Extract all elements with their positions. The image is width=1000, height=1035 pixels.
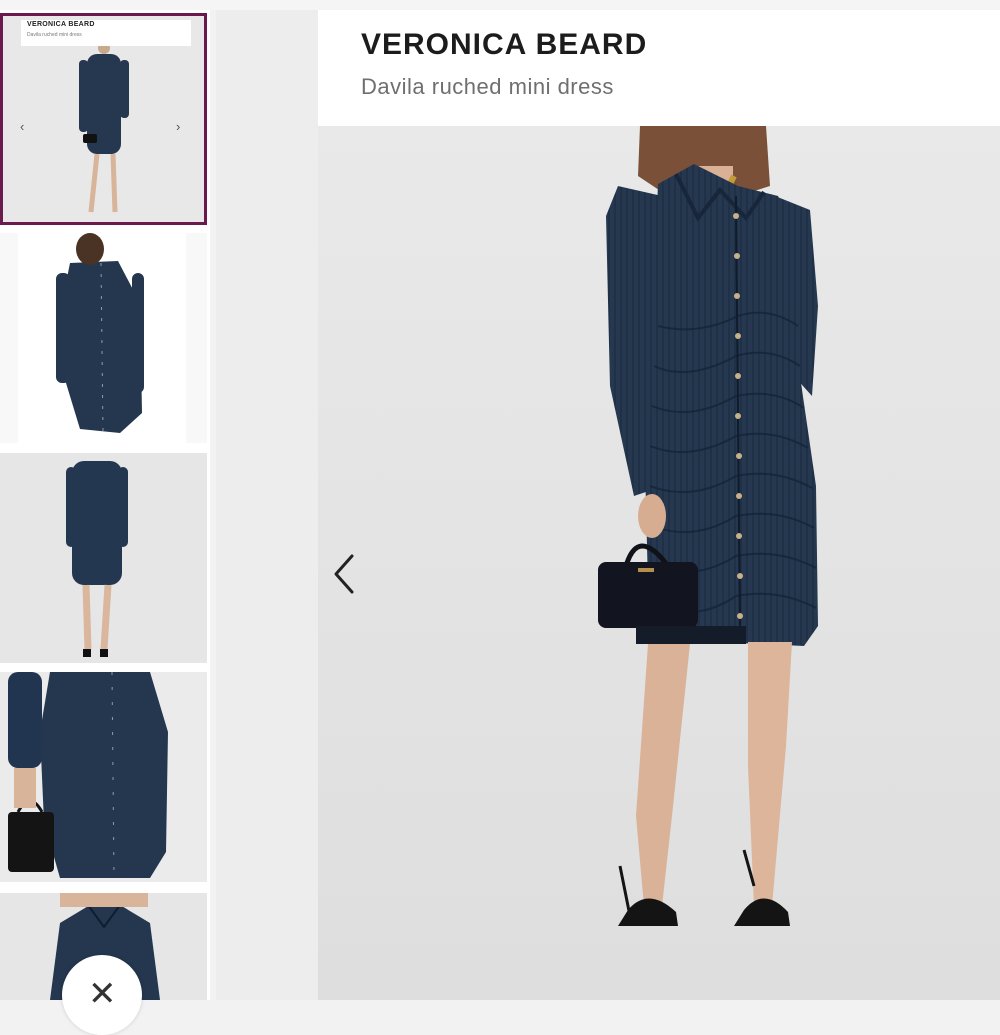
product-name: Davila ruched mini dress (361, 74, 614, 99)
chevron-left-icon[interactable]: ‹ (20, 119, 24, 134)
chevron-right-icon[interactable]: › (176, 119, 180, 134)
close-button[interactable]: ✕ (62, 955, 142, 1035)
main-product-image (318, 126, 1000, 1000)
thumbnail-strip: VERONICA BEARD Davila ruched mini dress … (0, 10, 210, 1000)
thumbnail-4[interactable] (0, 672, 207, 882)
product-photo (318, 126, 1000, 1000)
close-icon[interactable]: ✕ (88, 977, 117, 1011)
thumbnail-1-image (3, 16, 204, 222)
thumbnail-3-image (0, 453, 207, 663)
thumbnail-1-selected[interactable]: VERONICA BEARD Davila ruched mini dress … (0, 13, 207, 225)
thumbnail-3[interactable] (0, 453, 207, 663)
product-brand: VERONICA BEARD (361, 28, 648, 61)
thumbnail-1-header: VERONICA BEARD Davila ruched mini dress (21, 20, 191, 46)
chevron-left-icon[interactable] (330, 552, 360, 596)
thumbnail-2[interactable] (0, 233, 207, 443)
thumbnail-2-image (0, 233, 207, 443)
thumbnail-4-image (0, 672, 207, 882)
top-bar (0, 0, 1000, 10)
product-header: VERONICA BEARD Davila ruched mini dress (318, 10, 1000, 126)
thumbnail-1-product-name: Davila ruched mini dress (27, 32, 82, 38)
thumbnail-1-brand: VERONICA BEARD (27, 21, 95, 28)
